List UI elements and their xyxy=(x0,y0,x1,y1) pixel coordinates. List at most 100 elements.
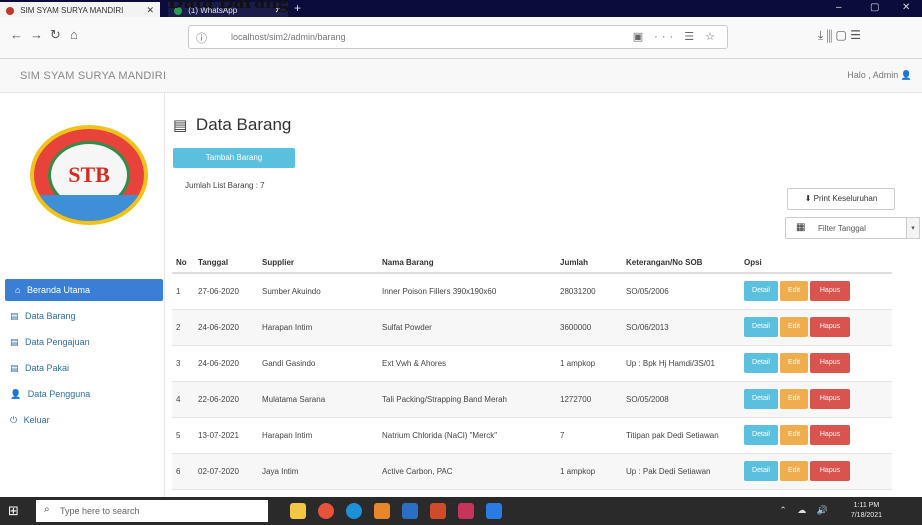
toolbar-icons[interactable]: ⤓ ⫼ ▢ ☰ xyxy=(818,28,861,43)
cell-note: SO/05/2006 xyxy=(622,272,740,309)
tab-close-icon[interactable]: ✕ xyxy=(146,5,154,16)
column-header[interactable]: Keterangan/No SOB xyxy=(622,253,740,274)
main-content: ▤ Data Barang Tambah Barang Jumlah List … xyxy=(165,93,922,525)
sidebar-item-data-pengguna[interactable]: 👤 Data Pengguna xyxy=(0,383,165,405)
delete-button[interactable]: Hapus xyxy=(810,281,850,302)
sidebar: STB ⌂ Beranda Utama ▤ Data Barang ▤ Data… xyxy=(0,93,165,497)
edit-button[interactable]: Edit xyxy=(780,425,808,445)
sidebar-item-label: Beranda Utama xyxy=(26,285,90,295)
page-actions-icons[interactable]: ▣ ··· ☰ ☆ xyxy=(633,30,719,43)
edit-button[interactable]: Edit xyxy=(780,281,808,302)
vscode-icon[interactable] xyxy=(486,503,502,519)
user-icon: 👤 xyxy=(900,70,912,80)
print-all-button[interactable]: ⬇ Print Keseluruhan xyxy=(787,188,895,210)
window-close-button[interactable]: ✕ xyxy=(902,2,910,13)
windows-start-icon[interactable]: ⊞ xyxy=(8,503,19,519)
sidebar-item-keluar[interactable]: ⏻ Keluar xyxy=(0,409,165,431)
cell-no: 5 xyxy=(172,416,194,453)
user-icon: 👤 xyxy=(10,389,22,399)
cell-note: Up : Bpk Hj Hamdi/3S/01 xyxy=(622,344,740,381)
browser-tab-active[interactable]: SIM SYAM SURYA MANDIRI ✕ xyxy=(0,2,160,17)
edit-button[interactable]: Edit xyxy=(780,461,808,481)
delete-button[interactable]: Hapus xyxy=(810,353,850,373)
cell-actions: DetailEditHapus xyxy=(740,344,892,381)
list-icon: ▤ xyxy=(10,363,19,373)
cell-no: 2 xyxy=(172,308,194,345)
delete-button[interactable]: Hapus xyxy=(810,317,850,337)
cell-quantity: 7 xyxy=(556,416,622,453)
cell-quantity: 28031200 xyxy=(556,272,622,309)
table-row: 3 24-06-2020 Gandi Gasindo Ext Vwh & Aho… xyxy=(172,344,892,381)
delete-button[interactable]: Hapus xyxy=(810,461,850,481)
edit-button[interactable]: Edit xyxy=(780,389,808,409)
sidebar-item-data-barang[interactable]: ▤ Data Barang xyxy=(0,305,165,327)
tab-favicon xyxy=(6,6,14,15)
add-item-button[interactable]: Tambah Barang xyxy=(173,148,295,168)
new-tab-button[interactable]: + xyxy=(294,1,301,15)
taskbar-search-input[interactable]: ⌕ Type here to search xyxy=(36,500,268,522)
reload-icon[interactable]: ↻ xyxy=(50,27,61,43)
detail-button[interactable]: Detail xyxy=(744,281,778,302)
detail-button[interactable]: Detail xyxy=(744,353,778,373)
xampp-icon[interactable] xyxy=(430,503,446,519)
back-icon[interactable]: ← xyxy=(10,27,23,42)
detail-button[interactable]: Detail xyxy=(744,425,778,445)
chrome-icon[interactable] xyxy=(318,503,334,519)
power-icon: ⏻ xyxy=(10,415,18,425)
column-header[interactable]: No xyxy=(172,253,194,274)
column-header[interactable]: Jumlah xyxy=(556,253,622,274)
column-header[interactable]: Supplier xyxy=(258,253,378,274)
cell-note: SO/06/2013 xyxy=(622,308,740,345)
user-menu[interactable]: Halo , Admin 👤 xyxy=(847,70,912,81)
edge-icon[interactable] xyxy=(346,503,362,519)
clock-time: 1:11 PM xyxy=(853,502,880,509)
edit-button[interactable]: Edit xyxy=(780,317,808,337)
sublime-icon[interactable] xyxy=(458,503,474,519)
file-explorer-icon[interactable] xyxy=(290,503,306,519)
cell-quantity: 1 ampkop xyxy=(556,344,622,381)
forward-icon[interactable]: → xyxy=(30,27,43,42)
logo-water-band xyxy=(34,195,144,221)
item-count: Jumlah List Barang : 7 xyxy=(185,181,265,190)
delete-button[interactable]: Hapus xyxy=(810,389,850,409)
word-icon[interactable] xyxy=(402,503,418,519)
window-minimize-button[interactable]: – xyxy=(836,2,842,13)
list-icon: ▤ xyxy=(10,311,19,321)
cell-quantity: 1272700 xyxy=(556,380,622,417)
sidebar-item-data-pengajuan[interactable]: ▤ Data Pengajuan xyxy=(0,331,165,353)
sidebar-item-data-pakai[interactable]: ▤ Data Pakai xyxy=(0,357,165,379)
cell-supplier: Gandi Gasindo xyxy=(258,344,378,381)
app-brand[interactable]: SIM SYAM SURYA MANDIRI xyxy=(20,70,166,82)
sidebar-item-label: Data Barang xyxy=(25,311,76,321)
taskbar-clock[interactable]: 1:11 PM 7/18/2021 xyxy=(851,501,882,521)
sidebar-item-label: Data Pakai xyxy=(25,363,70,373)
column-header[interactable]: Tanggal xyxy=(194,253,258,274)
cell-no: 6 xyxy=(172,452,194,489)
cell-item-name: Sulfat Powder xyxy=(378,308,556,345)
info-icon: ⓘ xyxy=(196,33,207,45)
cell-item-name: Tali Packing/Strapping Band Merah xyxy=(378,380,556,417)
column-header[interactable]: Nama Barang xyxy=(378,253,556,274)
window-maximize-button[interactable]: ▢ xyxy=(870,2,879,13)
detail-button[interactable]: Detail xyxy=(744,317,778,337)
cell-no: 3 xyxy=(172,344,194,381)
search-icon: ⌕ xyxy=(44,504,50,515)
cell-actions: DetailEditHapus xyxy=(740,452,892,489)
table-row: 5 13-07-2021 Harapan Intim Natrium Chlor… xyxy=(172,416,892,453)
edit-button[interactable]: Edit xyxy=(780,353,808,373)
date-filter-select[interactable]: ▦ Filter Tanggal ▾ xyxy=(785,217,920,239)
system-tray-icons[interactable]: ⌃ ☁ 🔊 xyxy=(779,505,832,516)
vlc-icon[interactable] xyxy=(374,503,390,519)
logo-text: STB xyxy=(68,162,110,187)
cell-supplier: Harapan Intim xyxy=(258,416,378,453)
detail-button[interactable]: Detail xyxy=(744,389,778,409)
cell-item-name: Inner Poison Fillers 390x190x60 xyxy=(378,272,556,309)
chevron-down-icon[interactable]: ▾ xyxy=(906,217,920,239)
address-bar[interactable]: ⓘ localhost/sim2/admin/barang ▣ ··· ☰ ☆ xyxy=(188,25,728,49)
home-icon[interactable]: ⌂ xyxy=(70,27,78,42)
detail-button[interactable]: Detail xyxy=(744,461,778,481)
cell-supplier: Mulatama Sarana xyxy=(258,380,378,417)
table-row: 1 27-06-2020 Sumber Akuindo Inner Poison… xyxy=(172,272,892,309)
sidebar-item-beranda[interactable]: ⌂ Beranda Utama xyxy=(5,279,163,301)
delete-button[interactable]: Hapus xyxy=(810,425,850,445)
